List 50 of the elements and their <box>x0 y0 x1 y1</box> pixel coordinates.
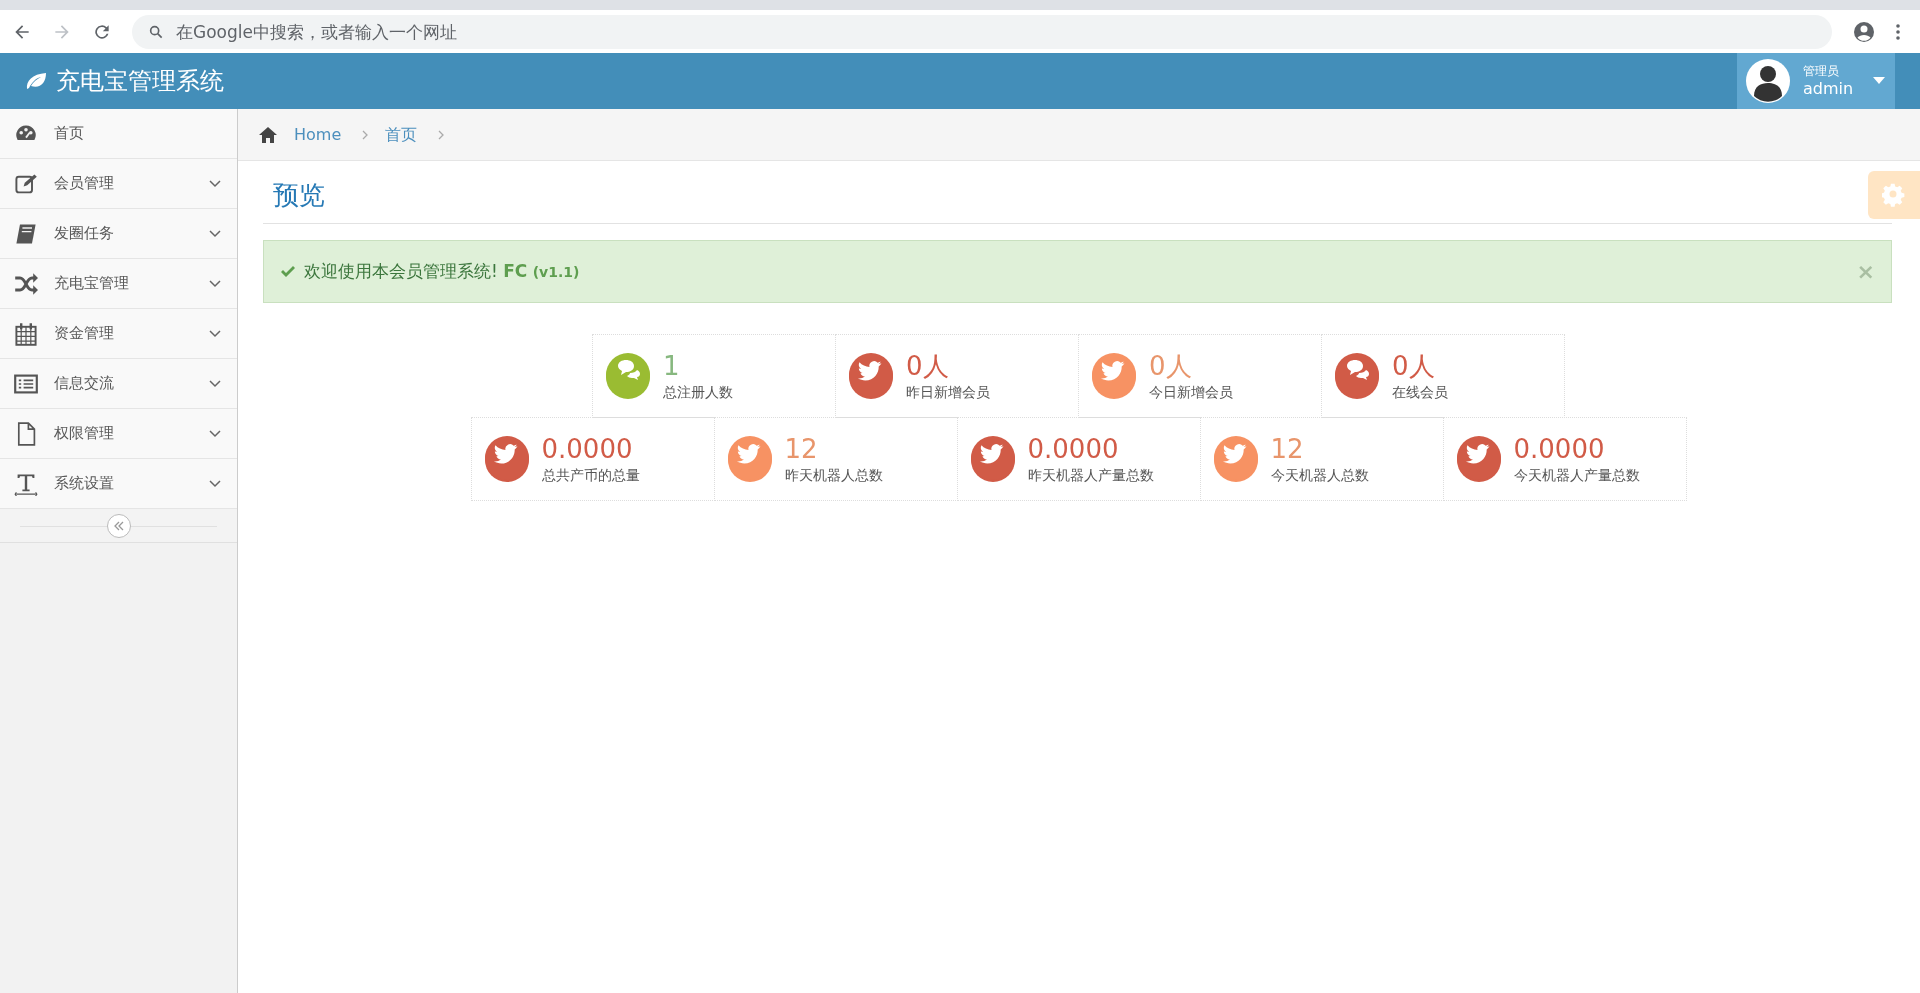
stat-label: 总注册人数 <box>663 382 733 402</box>
page-title: 预览 <box>273 179 326 212</box>
stat-value: 12 <box>784 432 819 465</box>
sidebar-item[interactable]: 首页 <box>0 109 237 159</box>
calendar-icon <box>14 321 38 346</box>
sidebar-item[interactable]: 充电宝管理 <box>0 259 237 309</box>
welcome-message: 欢迎使用本会员管理系统! FC (v1.1) <box>304 259 581 283</box>
book-icon <box>14 221 38 246</box>
stat-value: 0人 <box>1149 349 1193 382</box>
sidebar-item[interactable]: 资金管理 <box>0 309 237 359</box>
sidebar-item[interactable]: 系统设置 <box>0 459 237 509</box>
settings-icon <box>1882 183 1906 207</box>
stat-value: 0人 <box>1392 349 1436 382</box>
menu-icon[interactable] <box>1896 23 1900 40</box>
stat-label: 今天机器人产量总数 <box>1513 465 1640 485</box>
account-icon[interactable] <box>1852 19 1876 44</box>
sidebar-item[interactable]: 会员管理 <box>0 159 237 209</box>
search-icon <box>148 23 164 40</box>
user-role: 管理员 <box>1803 63 1840 79</box>
avatar-icon <box>1745 58 1791 104</box>
stat-label: 今日新增会员 <box>1149 382 1233 402</box>
edit-icon <box>14 171 38 196</box>
stat-value: 1 <box>663 349 681 382</box>
stat-label: 昨日新增会员 <box>906 382 990 402</box>
stat-label: 昨天机器人总数 <box>784 465 883 485</box>
chevron-right-icon <box>361 128 370 141</box>
sidebar-item[interactable]: 权限管理 <box>0 409 237 459</box>
stat-value: 0.0000 <box>1027 432 1120 465</box>
double-chevron-icon <box>112 519 125 532</box>
chevron-right-icon <box>437 128 446 141</box>
stat-value: 12 <box>1270 432 1305 465</box>
stat-value: 0人 <box>906 349 950 382</box>
stat-label: 总共产币的总量 <box>541 465 640 485</box>
checkmark-icon <box>280 263 296 280</box>
stat-value: 0.0000 <box>1513 432 1606 465</box>
app-title: 充电宝管理系统 <box>56 66 224 97</box>
stat-value: 0.0000 <box>541 432 634 465</box>
stat-label: 昨天机器人产量总数 <box>1027 465 1154 485</box>
stat-label: 在线会员 <box>1392 382 1448 402</box>
sidebar-item[interactable]: 信息交流 <box>0 359 237 409</box>
leaf-icon <box>24 71 48 91</box>
address-field[interactable]: 在Google中搜索，或者输入一个网址 <box>132 14 1832 49</box>
collapse-sidebar-button[interactable] <box>106 513 131 538</box>
sidebar-item[interactable]: 发圈任务 <box>0 209 237 259</box>
shuffle-icon <box>14 271 38 296</box>
user-name: admin <box>1803 78 1854 99</box>
stat-label: 今天机器人总数 <box>1270 465 1369 485</box>
caret-icon <box>1873 77 1886 85</box>
text-icon <box>14 471 38 496</box>
home-icon <box>258 124 278 145</box>
